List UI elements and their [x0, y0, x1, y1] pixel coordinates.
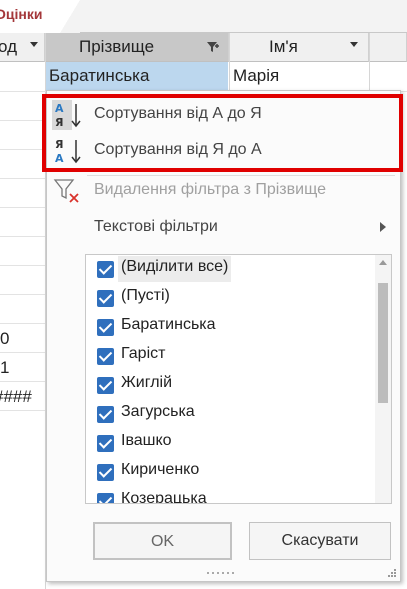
scroll-up-arrow-icon[interactable] — [379, 260, 387, 265]
column-filter-popup: А Я Сортування від А до Я Я А Сортування… — [42, 90, 403, 582]
row-divider — [0, 149, 45, 150]
list-item-label: Баратинська — [121, 316, 216, 333]
list-item-label: Жиглій — [121, 374, 173, 391]
tab-grades-label: Оцінки — [0, 6, 43, 22]
cell-code-value[interactable]: 1 — [0, 358, 9, 378]
column-header-code[interactable]: од — [0, 33, 45, 62]
list-item[interactable]: (Пусті) — [86, 284, 376, 313]
ok-button[interactable]: OK — [93, 522, 232, 560]
column-header-first-name-label: Ім'я — [269, 37, 298, 56]
svg-text:А: А — [55, 102, 64, 115]
list-scrollbar[interactable] — [375, 255, 391, 503]
cell-code-value[interactable]: 0 — [0, 329, 9, 349]
resize-dots — [207, 572, 237, 576]
cell-code-value[interactable]: #### — [0, 387, 32, 407]
row-divider — [0, 236, 45, 237]
menu-clear-filter[interactable]: Видалення фільтра з Прізвище — [47, 172, 400, 208]
sort-descending-icon: Я А — [52, 136, 82, 166]
row-divider — [0, 323, 45, 324]
list-item[interactable]: Івашко — [86, 429, 376, 458]
list-item-label: Загурська — [121, 403, 195, 420]
checkbox-checked[interactable] — [97, 464, 114, 481]
list-item[interactable]: Гаріст — [86, 342, 376, 371]
cancel-button[interactable]: Скасувати — [249, 522, 391, 560]
chevron-down-icon[interactable] — [30, 42, 38, 47]
svg-text:Я: Я — [55, 116, 63, 129]
tab-grades[interactable]: Оцінки — [0, 0, 68, 34]
scrollbar-thumb[interactable] — [378, 283, 388, 403]
menu-sort-descending[interactable]: Я А Сортування від Я до А — [47, 132, 400, 168]
grid-column-divider — [369, 33, 370, 93]
list-item-label: Івашко — [121, 432, 172, 449]
resize-grip-icon[interactable] — [387, 568, 397, 578]
list-item-label: Козерацька — [121, 490, 207, 504]
row-divider — [0, 352, 45, 353]
sort-ascending-icon: А Я — [52, 100, 82, 130]
checkbox-checked[interactable] — [97, 261, 114, 278]
checkbox-checked[interactable] — [97, 377, 114, 394]
row-divider — [0, 120, 45, 121]
list-item[interactable]: Козерацька — [86, 487, 376, 504]
menu-text-filters[interactable]: Текстові фільтри — [47, 209, 400, 245]
checkbox-checked[interactable] — [97, 290, 114, 307]
filter-active-icon[interactable] — [206, 39, 220, 53]
svg-text:А: А — [55, 152, 64, 165]
menu-clear-filter-label: Видалення фільтра з Прізвище — [94, 181, 326, 198]
list-item-label: (Виділити все) — [118, 256, 232, 282]
row-divider — [0, 207, 45, 208]
cell-first-name[interactable]: Марія — [230, 62, 368, 91]
column-header-surname[interactable]: Прізвище — [45, 33, 229, 62]
list-item-label: (Пусті) — [121, 287, 170, 304]
row-divider — [0, 410, 45, 411]
row-divider — [0, 178, 45, 179]
row-divider — [0, 381, 45, 382]
list-item-label: Кириченко — [121, 461, 200, 478]
clear-filter-icon — [52, 176, 82, 206]
menu-sort-ascending[interactable]: А Я Сортування від А до Я — [47, 96, 400, 132]
object-tab-strip: Оцінки — [0, 0, 407, 34]
checkbox-checked[interactable] — [97, 348, 114, 365]
column-header-next[interactable] — [369, 33, 407, 62]
menu-text-filters-label: Текстові фільтри — [94, 218, 218, 235]
filter-value-list[interactable]: (Виділити все) (Пусті) Баратинська Гаріс… — [85, 254, 392, 504]
tab-edge — [60, 0, 80, 33]
column-header-first-name[interactable]: Ім'я — [229, 33, 369, 62]
list-item[interactable]: Жиглій — [86, 371, 376, 400]
list-item[interactable]: Баратинська — [86, 313, 376, 342]
svg-text:Я: Я — [55, 138, 63, 151]
chevron-right-icon — [380, 222, 386, 232]
list-item[interactable]: (Виділити все) — [86, 255, 376, 284]
row-divider — [0, 294, 45, 295]
checkbox-checked[interactable] — [97, 319, 114, 336]
cell-surname-selected[interactable]: Баратинська — [46, 62, 228, 91]
list-item-label: Гаріст — [121, 345, 166, 362]
list-item[interactable]: Загурська — [86, 400, 376, 429]
row-divider — [0, 265, 45, 266]
list-item[interactable]: Кириченко — [86, 458, 376, 487]
chevron-down-icon[interactable] — [350, 42, 358, 47]
column-header-surname-label: Прізвище — [79, 37, 155, 56]
column-header-code-label: од — [0, 37, 18, 56]
access-datasheet-window: Оцінки од Прізвище Ім'я Баратинська Марі… — [0, 0, 407, 589]
menu-sort-ascending-label: Сортування від А до Я — [94, 105, 262, 122]
checkbox-checked[interactable] — [97, 493, 114, 503]
menu-sort-descending-label: Сортування від Я до А — [94, 141, 262, 158]
checkbox-checked[interactable] — [97, 435, 114, 452]
checkbox-checked[interactable] — [97, 406, 114, 423]
